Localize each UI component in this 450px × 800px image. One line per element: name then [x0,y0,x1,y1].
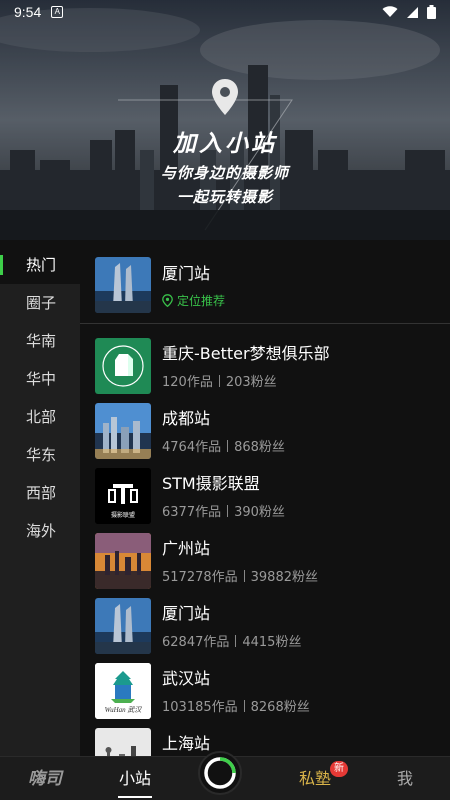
station-name: 广州站 [162,539,211,558]
works-count: 517278作品 [162,570,238,585]
station-stats: 62847作品 4415粉丝 [162,631,301,650]
station-stats: 6377作品 390粉丝 [162,501,285,520]
status-time: 9:54 [14,4,42,20]
station-stats: 517278作品 39882粉丝 [162,566,318,585]
station-thumbnail [95,533,151,589]
station-name: 厦门站 [162,264,211,283]
station-thumbnail [95,728,151,756]
station-logo: WuHan 武汉 [95,663,151,719]
fans-count: 203粉丝 [225,375,277,390]
notification-icon: A [51,6,64,18]
stm-logo-text: 摄影联盟 [110,512,135,519]
camera-icon [198,750,242,795]
hero-banner: 加入小站 与你身边的摄影师 一起玩转摄影 [0,0,450,240]
sidebar-item-circle[interactable]: 圈子 [0,284,80,322]
station-name: 重庆-Better梦想俱乐部 [162,344,330,363]
fans-count: 39882粉丝 [250,570,318,585]
works-count: 103185作品 [162,700,238,715]
nav-stations-label: 小站 [118,768,151,788]
station-thumbnail [95,403,151,459]
new-badge: 新 [330,760,348,777]
hero-subtitle-2: 一起玩转摄影 [176,188,273,206]
nav-camera[interactable] [180,750,270,800]
sidebar-item-west[interactable]: 西部 [0,474,80,512]
list-item[interactable]: 广州站 517278作品 39882粉丝 [80,533,450,598]
nav-me[interactable]: 我 [360,757,450,800]
station-stats: 120作品 203粉丝 [162,371,277,390]
hero-subtitle: 与你身边的摄影师 [160,164,289,182]
station-name: 武汉站 [162,669,211,688]
location-recommend-label: 定位推荐 [177,294,226,308]
signal-icon [407,6,418,18]
status-bar: 9:54 A [0,0,450,24]
sidebar-item-south[interactable]: 华南 [0,322,80,360]
station-name: 厦门站 [162,604,211,623]
wuhan-logo-text: WuHan 武汉 [104,706,142,714]
list-item[interactable]: 重庆-Better梦想俱乐部 120作品 203粉丝 [80,338,450,403]
location-pin-icon [162,294,173,307]
works-count: 120作品 [162,375,213,390]
station-name: 成都站 [162,409,211,428]
works-count: 4764作品 [162,440,222,455]
sidebar-item-east[interactable]: 华东 [0,436,80,474]
station-thumbnail [95,257,151,313]
works-count: 6377作品 [162,505,222,520]
nav-home[interactable]: 嗨司 [0,757,90,800]
station-stats: 103185作品 8268粉丝 [162,696,310,715]
works-count: 62847作品 [162,635,230,650]
hero-title: 加入小站 [173,131,277,157]
list-item[interactable]: WuHan 武汉 武汉站 103185作品 8268粉丝 [80,663,450,728]
nav-private-school[interactable]: 私塾 新 [270,757,360,800]
station-stats: 4764作品 868粉丝 [162,436,285,455]
station-list-panel: 厦门站 定位推荐 重庆-Better梦想俱乐部 120作品 203粉丝 成都站 … [80,246,450,756]
list-item[interactable]: 厦门站 62847作品 4415粉丝 [80,598,450,663]
region-sidebar: 热门 圈子 华南 华中 北部 华东 西部 海外 [0,246,80,756]
list-item[interactable]: 摄影联盟 STM摄影联盟 6377作品 390粉丝 [80,468,450,533]
list-item[interactable]: 成都站 4764作品 868粉丝 [80,403,450,468]
fans-count: 8268粉丝 [250,700,310,715]
location-recommend: 定位推荐 [162,292,225,309]
station-logo [95,338,151,394]
fans-count: 390粉丝 [234,505,285,520]
battery-icon [427,5,436,19]
sidebar-item-hot[interactable]: 热门 [0,246,80,284]
sidebar-item-central[interactable]: 华中 [0,360,80,398]
station-logo: 摄影联盟 [95,468,151,524]
station-thumbnail [95,598,151,654]
fans-count: 4415粉丝 [242,635,302,650]
fans-count: 868粉丝 [234,440,285,455]
nav-home-label: 嗨司 [28,768,62,788]
location-pin-icon [212,79,238,115]
featured-station[interactable]: 厦门站 定位推荐 [80,246,450,324]
list-item[interactable]: 上海站 [80,728,450,756]
bottom-nav: 嗨司 小站 私塾 新 我 [0,750,450,800]
nav-private-label: 私塾 [298,768,331,788]
nav-stations[interactable]: 小站 [90,757,180,800]
station-name: STM摄影联盟 [162,474,260,493]
nav-me-label: 我 [396,768,413,788]
sidebar-item-north[interactable]: 北部 [0,398,80,436]
station-list: 重庆-Better梦想俱乐部 120作品 203粉丝 成都站 4764作品 868粉… [80,324,450,756]
sidebar-item-overseas[interactable]: 海外 [0,512,80,550]
wifi-icon [382,6,398,17]
